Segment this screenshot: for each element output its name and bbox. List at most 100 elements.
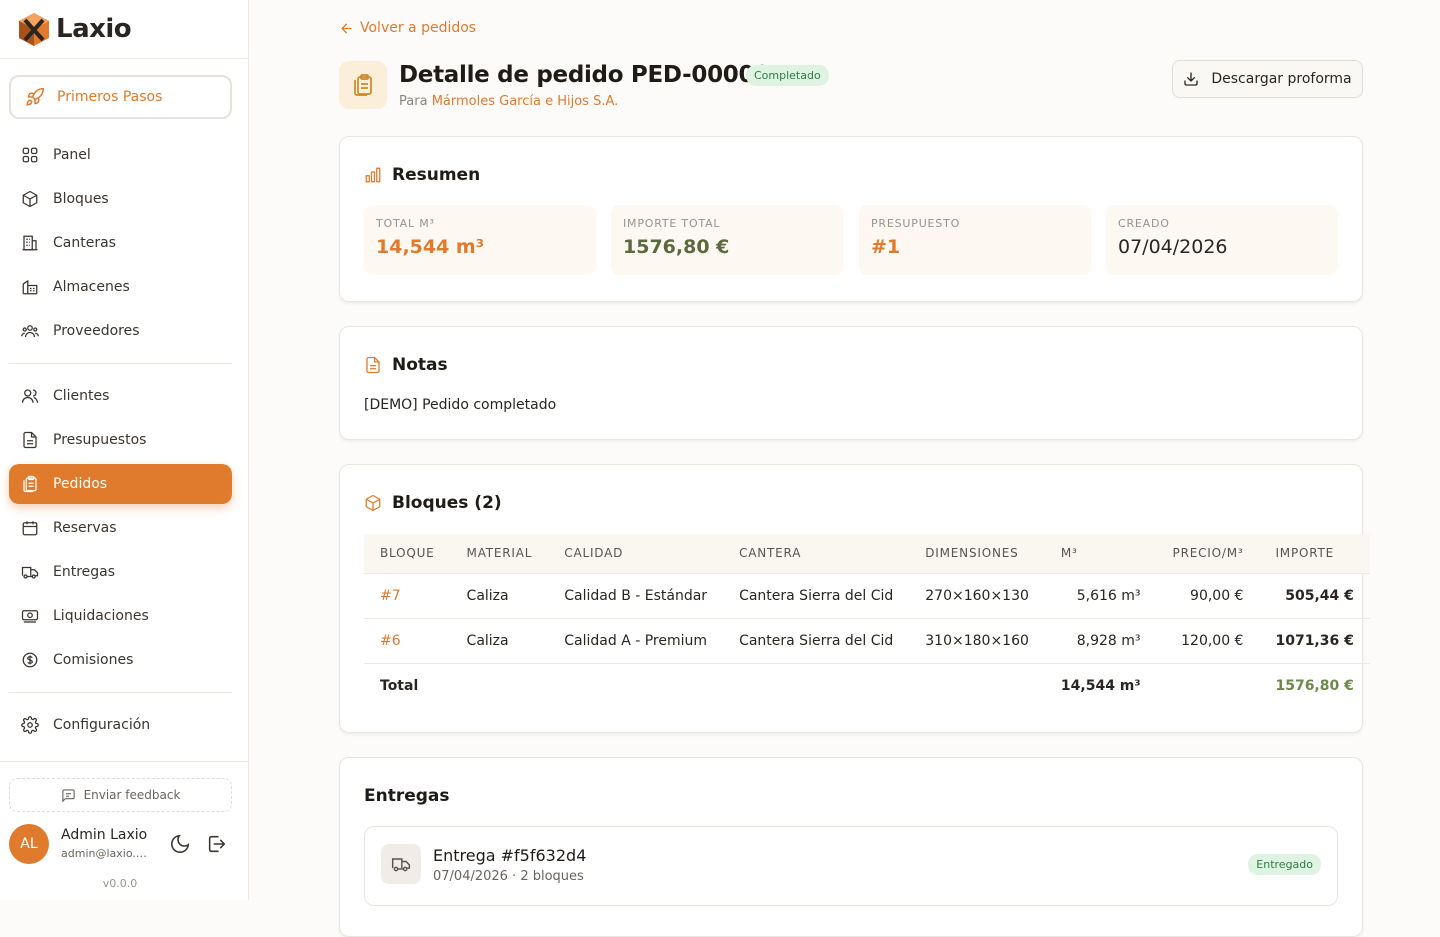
logout-icon[interactable]: [206, 833, 228, 855]
stat-label: PRESUPUESTO: [871, 217, 961, 230]
stat-label: CREADO: [1118, 217, 1170, 230]
feedback-button[interactable]: Enviar feedback: [9, 778, 232, 812]
stat-value[interactable]: #1: [871, 236, 1079, 258]
sidebar-item-label: Bloques: [53, 191, 109, 207]
table-cell: [723, 662, 910, 708]
page-title: Detalle de pedido PED-000001: [399, 62, 786, 88]
box-icon: [365, 494, 381, 512]
table-cell: Cantera Sierra del Cid: [723, 617, 910, 663]
clipboard-icon: [354, 74, 372, 96]
sidebar-item-proveedores[interactable]: Proveedores: [9, 311, 232, 351]
primeros-pasos-button[interactable]: Primeros Pasos: [9, 75, 232, 119]
delivery-icon-box: [381, 844, 421, 884]
sidebar-item-entregas[interactable]: Entregas: [9, 552, 232, 592]
users-icon: [21, 325, 39, 338]
primeros-pasos-label: Primeros Pasos: [57, 89, 163, 105]
table-cell: 505,44 €: [1259, 572, 1370, 618]
total-label: Total: [364, 662, 451, 708]
message-icon: [61, 788, 75, 802]
sidebar-item-presupuestos[interactable]: Presupuestos: [9, 420, 232, 460]
truck-icon: [21, 566, 39, 579]
download-proforma-button[interactable]: Descargar proforma: [1172, 60, 1363, 98]
banknote-icon: [21, 610, 39, 623]
entregas-card: Entregas Entrega #f5f632d4 07/04/2026 · …: [339, 757, 1363, 937]
resumen-card: Resumen TOTAL M³ 14,544 m³ IMPORTE TOTAL…: [339, 136, 1363, 302]
column-header: MATERIAL: [466, 546, 533, 561]
total-importe: 1576,80 €: [1259, 662, 1370, 708]
table-cell: 310×180×160: [909, 617, 1045, 663]
table-header-row: BLOQUE MATERIAL CALIDAD CANTERA DIMENSIO…: [364, 534, 1370, 573]
table-cell: 8,928 m³: [1044, 617, 1157, 663]
gear-icon: [21, 716, 39, 734]
table-cell: 5,616 m³: [1044, 572, 1157, 618]
document-icon: [366, 356, 380, 374]
calendar-icon: [22, 521, 38, 536]
laxio-logo-icon: [19, 13, 49, 46]
column-header: M³: [1060, 546, 1078, 561]
sidebar-item-bloques[interactable]: Bloques: [9, 179, 232, 219]
table-row: #7 Caliza Calidad B - Estándar Cantera S…: [364, 572, 1370, 618]
stat-creado: CREADO 07/04/2026: [1106, 205, 1338, 275]
bloques-title: Bloques (2): [364, 493, 502, 513]
table-cell: Calidad B - Estándar: [548, 572, 724, 618]
rocket-icon: [26, 87, 45, 106]
sidebar-item-label: Reservas: [53, 520, 117, 536]
sidebar-item-label: Configuración: [53, 717, 151, 733]
sidebar-item-label: Canteras: [53, 235, 116, 251]
table-cell: Caliza: [450, 572, 549, 618]
block-link[interactable]: #7: [364, 572, 451, 618]
table-cell: Caliza: [450, 617, 549, 663]
grid-icon: [22, 147, 38, 163]
sidebar-item-label: Presupuestos: [53, 432, 147, 448]
sidebar-item-almacenes[interactable]: Almacenes: [9, 267, 232, 307]
sidebar-item-label: Panel: [53, 147, 91, 163]
sidebar-item-comisiones[interactable]: Comisiones: [9, 640, 232, 680]
sidebar-item-reservas[interactable]: Reservas: [9, 508, 232, 548]
column-header: BLOQUE: [380, 546, 435, 561]
back-link-label: Volver a pedidos: [360, 20, 477, 36]
moon-icon[interactable]: [169, 833, 191, 855]
column-header: PRECIO/M³: [1172, 546, 1244, 561]
sidebar-item-pedidos[interactable]: Pedidos: [9, 464, 232, 504]
table-row: #6 Caliza Calidad A - Premium Cantera Si…: [364, 617, 1370, 663]
sidebar-item-liquidaciones[interactable]: Liquidaciones: [9, 596, 232, 636]
arrow-left-icon: [341, 23, 352, 33]
stat-value: 1576,80 €: [623, 236, 730, 258]
table-cell: 120,00 €: [1156, 617, 1260, 663]
entregas-title: Entregas: [364, 786, 450, 806]
user-email: admin@laxio.a...: [61, 847, 153, 860]
table-cell: [909, 662, 1045, 708]
notas-card: Notas [DEMO] Pedido completado: [339, 326, 1363, 440]
client-link[interactable]: Mármoles García e Hijos S.A.: [432, 94, 619, 109]
column-header: DIMENSIONES: [925, 546, 1019, 561]
notes-text: [DEMO] Pedido completado: [364, 397, 557, 413]
truck-icon: [391, 858, 411, 872]
sidebar-item-canteras[interactable]: Canteras: [9, 223, 232, 263]
sidebar-item-panel[interactable]: Panel: [9, 135, 232, 175]
stat-total-m3: TOTAL M³ 14,544 m³: [364, 205, 596, 275]
document-icon: [23, 431, 37, 449]
sidebar-divider: [9, 363, 232, 364]
table-cell: 270×160×130: [909, 572, 1045, 618]
avatar[interactable]: AL: [9, 824, 49, 864]
sidebar-item-clientes[interactable]: Clientes: [9, 376, 232, 416]
delivery-item[interactable]: Entrega #f5f632d4 07/04/2026 · 2 bloques…: [364, 826, 1338, 906]
page-subtitle: Para Mármoles García e Hijos S.A.: [399, 94, 618, 109]
feedback-label: Enviar feedback: [83, 788, 181, 802]
stat-label: TOTAL M³: [376, 217, 435, 230]
stat-presupuesto[interactable]: PRESUPUESTO #1: [859, 205, 1091, 275]
resumen-title-text: Resumen: [392, 165, 481, 185]
sidebar-item-label: Comisiones: [53, 652, 134, 668]
logo[interactable]: Laxio: [0, 0, 248, 59]
notas-title-text: Notas: [392, 355, 448, 375]
block-link[interactable]: #6: [364, 617, 451, 663]
bloques-title-text: Bloques (2): [392, 493, 502, 513]
column-header: CALIDAD: [564, 546, 624, 561]
bar-chart-icon: [365, 167, 381, 183]
stat-value: 14,544 m³: [376, 236, 485, 258]
dollar-icon: [22, 652, 38, 668]
delivery-subtitle: 07/04/2026 · 2 bloques: [433, 869, 584, 884]
back-link[interactable]: Volver a pedidos: [339, 20, 476, 36]
sidebar-item-configuracion[interactable]: Configuración: [9, 705, 232, 745]
bloques-table: BLOQUE MATERIAL CALIDAD CANTERA DIMENSIO…: [364, 534, 1370, 708]
